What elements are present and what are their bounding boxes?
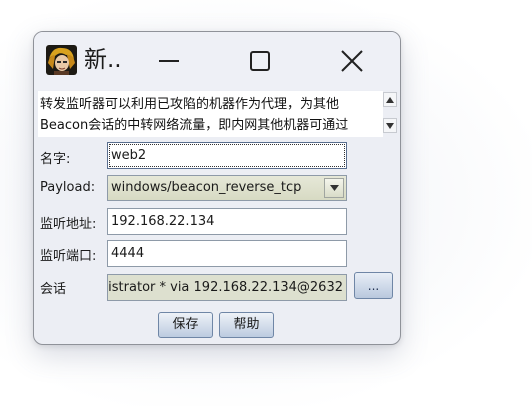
title-bar[interactable]: 新.. <box>34 32 400 90</box>
scroll-down-icon <box>386 122 394 129</box>
listen-port-input[interactable]: 4444 <box>107 240 347 267</box>
save-button[interactable]: 保存 <box>158 312 213 338</box>
session-input: nistrator * via 192.168.22.134@2632 <box>107 274 347 301</box>
description-line-1: 转发监听器可以利用已攻陷的机器作为代理，为其他 <box>40 97 340 112</box>
payload-select[interactable]: windows/beacon_reverse_tcp <box>107 175 347 201</box>
payload-label: Payload: <box>40 180 96 195</box>
session-value: nistrator * via 192.168.22.134@2632 <box>107 280 343 295</box>
session-browse-button[interactable]: ... <box>354 272 393 299</box>
minimize-icon <box>159 60 179 62</box>
description-text: 转发监听器可以利用已攻陷的机器作为代理，为其他 Beacon会话的中转网络流量，… <box>38 91 383 137</box>
scroll-down-button[interactable] <box>383 118 397 133</box>
name-input[interactable]: web2 <box>107 142 347 169</box>
new-listener-dialog: 新.. 转发监听器可以利用已攻陷的机器作为代理，为其他 Beacon会话的中转网… <box>33 31 401 345</box>
window-title: 新.. <box>84 47 122 73</box>
description-line-2: Beacon会话的中转网络流量，即内网其他机器可通过 <box>40 118 349 133</box>
listen-port-label: 监听端口: <box>40 249 97 264</box>
name-label: 名字: <box>40 152 71 167</box>
maximize-button[interactable] <box>238 42 282 80</box>
session-label: 会话 <box>40 282 67 297</box>
listen-host-label: 监听地址: <box>40 217 97 232</box>
scroll-up-icon <box>386 96 394 103</box>
minimize-button[interactable] <box>147 42 191 80</box>
close-icon <box>341 50 363 72</box>
chevron-down-icon <box>329 185 339 191</box>
app-avatar-icon <box>46 45 77 75</box>
payload-dropdown-button[interactable] <box>324 178 344 198</box>
scroll-up-button[interactable] <box>383 92 397 107</box>
help-button[interactable]: 帮助 <box>219 312 274 338</box>
listen-host-input[interactable]: 192.168.22.134 <box>107 208 347 235</box>
maximize-icon <box>250 51 270 71</box>
close-button[interactable] <box>330 42 374 80</box>
payload-selected-value: windows/beacon_reverse_tcp <box>111 180 302 195</box>
